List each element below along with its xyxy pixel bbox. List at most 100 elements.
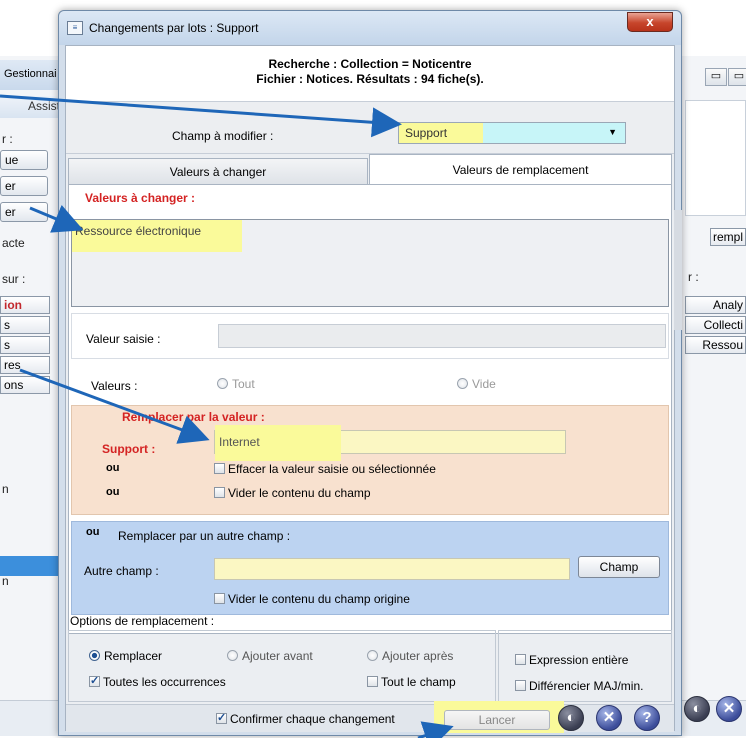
radio-ajouter-apres-label: Ajouter après — [382, 649, 454, 663]
close-button[interactable]: x — [627, 12, 673, 32]
search-summary: Recherche : Collection = Noticentre Fich… — [66, 46, 674, 102]
bg-side-button-1[interactable]: ion — [0, 296, 50, 314]
tout-le-champ-checkbox[interactable]: Tout le champ — [367, 675, 456, 689]
champ-label: Champ à modifier : — [172, 129, 274, 143]
valeur-saisie-label: Valeur saisie : — [86, 332, 161, 346]
ou-label-2: ou — [106, 486, 120, 498]
search-line: Recherche : Collection = Noticentre — [268, 57, 472, 71]
confirmer-checkbox[interactable]: Confirmer chaque changement — [216, 711, 395, 726]
radio-remplacer[interactable]: Remplacer — [89, 649, 162, 663]
bg-right-white-area — [685, 100, 746, 216]
vider-checkbox[interactable]: Vider le contenu du champ — [214, 486, 371, 500]
radio-vide[interactable]: Vide — [457, 377, 496, 391]
bg-button-3[interactable]: er — [0, 202, 48, 222]
champ-button[interactable]: Champ — [578, 556, 660, 578]
options-group-2: Expression entière Différencier MAJ/min. — [498, 630, 672, 702]
champ-select-value: Support — [405, 126, 448, 140]
list-item[interactable]: Ressource électronique — [75, 224, 201, 238]
checkbox-icon[interactable] — [214, 463, 225, 474]
radio-ajouter-avant[interactable]: Ajouter avant — [227, 649, 313, 663]
dialog-content: Recherche : Collection = Noticentre Fich… — [65, 45, 682, 733]
valeurs-list[interactable]: Ressource électronique — [71, 219, 669, 307]
vider-origine-label: Vider le contenu du champ origine — [228, 592, 410, 606]
tab-panel: Valeurs à changer : Ressource électroniq… — [68, 184, 672, 634]
dialog-titlebar: ≡ Changements par lots : Support x — [59, 11, 681, 45]
bg-label-sur: sur : — [2, 272, 26, 286]
autre-champ-label: Autre champ : — [84, 564, 159, 578]
radio-icon[interactable] — [227, 650, 238, 661]
checkbox-icon[interactable] — [214, 593, 225, 604]
bg-side-button-2[interactable]: s — [0, 316, 50, 334]
scrollbar[interactable] — [674, 210, 682, 330]
cancel-icon[interactable]: ✕ — [596, 705, 622, 731]
support-input[interactable]: Internet — [214, 425, 566, 461]
expression-entiere-checkbox[interactable]: Expression entière — [515, 653, 628, 667]
bg-maximize-icon[interactable]: ▭ — [728, 68, 746, 86]
bg-right-button-2[interactable]: Collecti — [685, 316, 746, 334]
autre-champ-input[interactable] — [214, 558, 570, 580]
support-input-value: Internet — [219, 435, 260, 449]
differencier-maj-checkbox[interactable]: Différencier MAJ/min. — [515, 679, 643, 693]
radio-ajouter-apres[interactable]: Ajouter après — [367, 649, 453, 663]
ou-label-1: ou — [106, 462, 120, 474]
vider-origine-checkbox[interactable]: Vider le contenu du champ origine — [214, 592, 410, 606]
bg-toolbar-label[interactable]: Assist — [0, 96, 60, 118]
checkbox-icon[interactable] — [515, 680, 526, 691]
champ-row: Champ à modifier : Support ▼ — [66, 102, 674, 154]
effacer-checkbox[interactable]: Effacer la valeur saisie ou sélectionnée — [214, 462, 436, 476]
checkbox-icon[interactable] — [367, 676, 378, 687]
valeur-saisie-row: Valeur saisie : — [71, 313, 669, 359]
help-icon[interactable]: ? — [634, 705, 660, 731]
bg-power-icon[interactable]: ◐ — [684, 696, 710, 722]
remplacer-title: Remplacer par la valeur : — [122, 410, 265, 424]
differencier-maj-label: Différencier MAJ/min. — [529, 679, 644, 693]
radio-icon[interactable] — [367, 650, 378, 661]
lancer-button[interactable]: Lancer — [444, 710, 550, 730]
bg-side-button-4[interactable]: res — [0, 356, 50, 374]
bg-cancel-icon[interactable]: ✕ — [716, 696, 742, 722]
dialog-footer: Confirmer chaque changement Lancer ◐ ✕ ? — [66, 701, 674, 733]
power-icon[interactable]: ◐ — [558, 705, 584, 731]
bg-window-title: Gestionnai — [0, 60, 60, 90]
radio-icon[interactable] — [457, 378, 468, 389]
bg-rempl-button[interactable]: rempl — [710, 228, 746, 246]
chevron-down-icon[interactable]: ▼ — [608, 127, 617, 137]
radio-tout[interactable]: Tout — [217, 377, 255, 391]
ou-label-3: ou — [86, 526, 100, 538]
tab-valeurs-de-remplacement[interactable]: Valeurs de remplacement — [369, 154, 672, 184]
toutes-occurrences-label: Toutes les occurrences — [103, 675, 226, 689]
remplacer-par-valeur-box: Remplacer par la valeur : Support : Inte… — [71, 405, 669, 515]
expression-entiere-label: Expression entière — [529, 653, 629, 667]
bg-right-button-1[interactable]: Analy — [685, 296, 746, 314]
checkbox-icon[interactable] — [89, 674, 100, 687]
checkbox-icon[interactable] — [214, 487, 225, 498]
bg-side-button-3[interactable]: s — [0, 336, 50, 354]
checkbox-icon[interactable] — [216, 711, 227, 724]
changements-dialog: ≡ Changements par lots : Support x Reche… — [58, 10, 682, 736]
bg-selected-row[interactable] — [0, 556, 60, 576]
bg-button-2[interactable]: er — [0, 176, 48, 196]
bg-minimize-icon[interactable]: ▭ — [705, 68, 727, 86]
bg-label-n2: n — [2, 574, 9, 588]
radio-icon[interactable] — [217, 378, 228, 389]
valeurs-row: Valeurs : Tout Vide — [71, 365, 669, 401]
bg-button-1[interactable]: ue — [0, 150, 48, 170]
app-icon: ≡ — [67, 21, 83, 35]
radio-icon[interactable] — [89, 650, 100, 661]
bg-right-button-3[interactable]: Ressou — [685, 336, 746, 354]
bg-label-r: r : — [2, 132, 13, 146]
support-label: Support : — [102, 442, 156, 456]
tab-valeurs-a-changer[interactable]: Valeurs à changer — [68, 158, 368, 184]
champ-select[interactable]: Support ▼ — [398, 122, 626, 144]
bg-side-button-5[interactable]: ons — [0, 376, 50, 394]
close-icon: x — [646, 14, 654, 29]
radio-tout-label: Tout — [232, 377, 255, 391]
autre-champ-title: Remplacer par un autre champ : — [118, 529, 291, 543]
radio-ajouter-avant-label: Ajouter avant — [242, 649, 313, 663]
bg-label-acte: acte — [2, 236, 25, 250]
valeur-saisie-input[interactable] — [218, 324, 666, 348]
valeurs-a-changer-title: Valeurs à changer : — [85, 191, 196, 205]
vider-label: Vider le contenu du champ — [228, 486, 371, 500]
checkbox-icon[interactable] — [515, 654, 526, 665]
toutes-occurrences-checkbox[interactable]: Toutes les occurrences — [89, 674, 226, 689]
